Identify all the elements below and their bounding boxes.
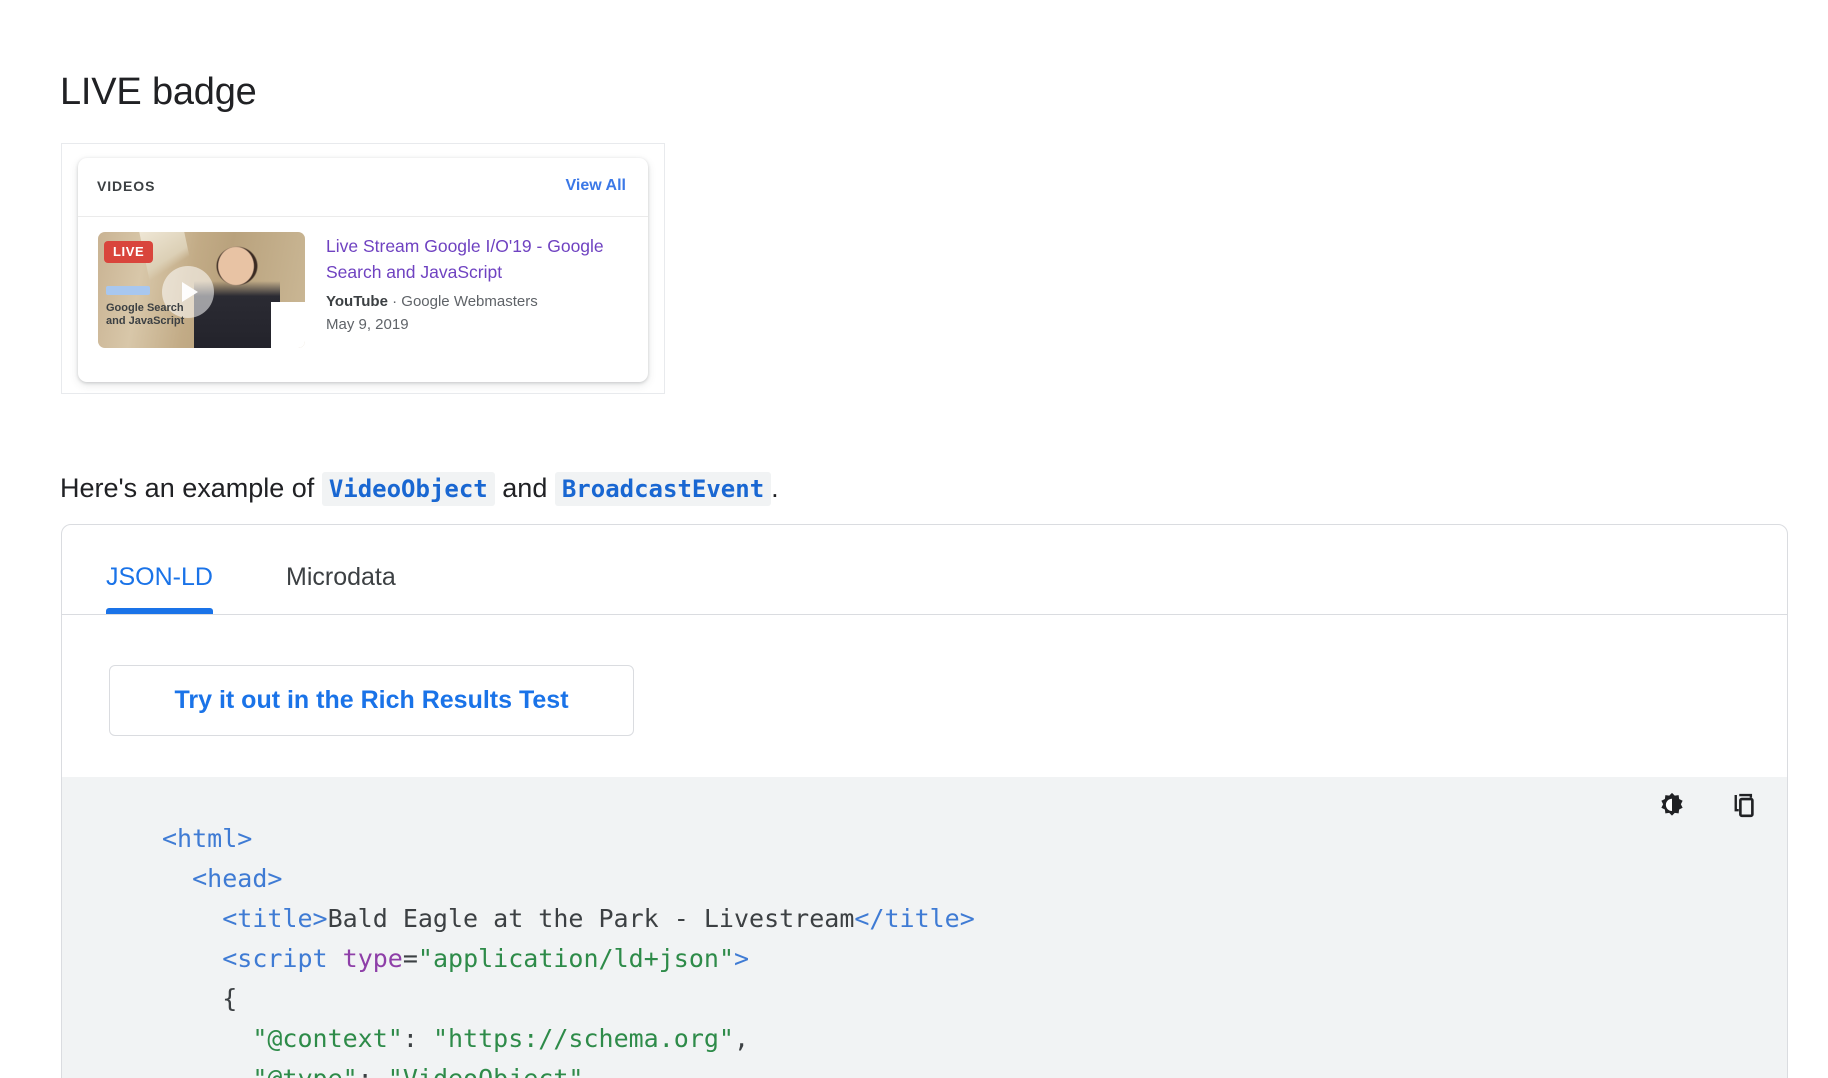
page-title: LIVE badge <box>60 71 257 114</box>
paragraph-lead-text: Here's an example of <box>60 473 315 503</box>
code-sample-text[interactable]: <html> <head> <title>Bald Eagle at the P… <box>62 777 975 1078</box>
live-badge: LIVE <box>104 241 154 263</box>
active-tab-indicator <box>106 608 213 614</box>
code-sample-card: JSON-LD Microdata Try it out in the Rich… <box>61 524 1788 1078</box>
code-broadcastevent: BroadcastEvent <box>554 472 772 506</box>
tab-bar: JSON-LD Microdata <box>62 525 1787 615</box>
video-thumbnail[interactable]: LIVE Google Search and JavaScript <box>98 232 305 348</box>
thumbnail-caption: Google Search and JavaScript <box>106 302 185 327</box>
view-all-link[interactable]: View All <box>566 177 626 195</box>
video-source-name: YouTube <box>326 293 388 310</box>
try-rich-results-test-button[interactable]: Try it out in the Rich Results Test <box>109 665 634 736</box>
play-triangle-icon <box>182 282 198 302</box>
code-action-bar <box>1657 791 1759 821</box>
code-videoobject: VideoObject <box>321 472 495 506</box>
page-root: LIVE badge VIDEOS View All LIVE Google S… <box>0 0 1828 1078</box>
video-channel-name: Google Webmasters <box>401 293 538 310</box>
tab-json-ld[interactable]: JSON-LD <box>106 563 213 592</box>
video-result-source: YouTube · Google Webmasters <box>326 291 626 312</box>
paragraph-trailing-text: . <box>771 473 779 503</box>
brightness-icon[interactable] <box>1657 791 1687 821</box>
thumbnail-tag-chip <box>106 286 150 295</box>
video-result-title[interactable]: Live Stream Google I/O'19 - Google Searc… <box>326 233 626 285</box>
video-source-separator: · <box>392 293 398 310</box>
example-figure-frame: VIDEOS View All LIVE Google Search and J… <box>61 143 665 394</box>
thumbnail-white-block <box>271 302 305 348</box>
copy-icon[interactable] <box>1729 791 1759 821</box>
serp-card-header: VIDEOS View All <box>78 158 648 217</box>
videos-section-label: VIDEOS <box>97 178 156 194</box>
serp-video-card: VIDEOS View All LIVE Google Search and J… <box>78 158 648 382</box>
serp-card-body: LIVE Google Search and JavaScript Live S… <box>78 217 648 348</box>
video-result-text: Live Stream Google I/O'19 - Google Searc… <box>326 233 626 335</box>
code-block: <html> <head> <title>Bald Eagle at the P… <box>62 777 1787 1078</box>
video-result-date: May 9, 2019 <box>326 316 409 333</box>
intro-paragraph: Here's an example of VideoObject and Bro… <box>60 469 779 508</box>
paragraph-middle-text: and <box>502 473 548 503</box>
tab-microdata[interactable]: Microdata <box>286 563 396 592</box>
